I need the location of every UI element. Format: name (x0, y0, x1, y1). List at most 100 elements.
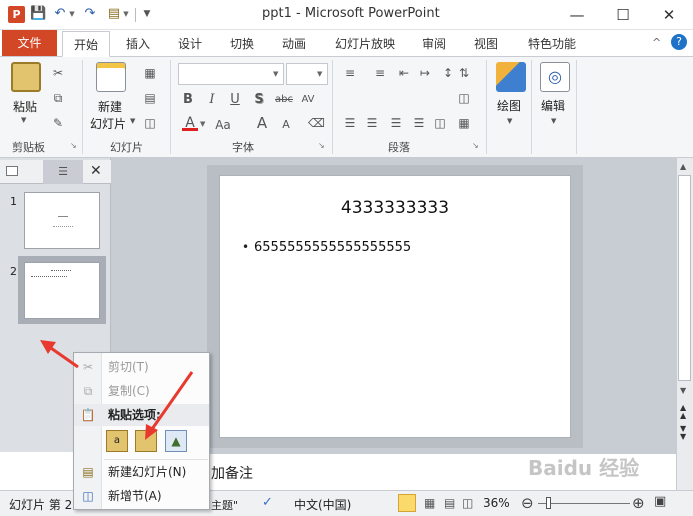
previous-slide-icon[interactable]: ▲ ▲ (680, 404, 686, 420)
slide-thumbnail-2[interactable] (24, 262, 100, 319)
close-panel-icon[interactable]: ✕ (90, 163, 102, 179)
paste-button-label[interactable]: 粘贴 (13, 98, 37, 115)
tab-transitions[interactable]: 切换 (220, 31, 264, 57)
drawing-button-label[interactable]: 绘图 (497, 97, 521, 114)
clear-formatting-icon[interactable]: ⌫ (308, 115, 325, 131)
font-name-combo[interactable] (178, 63, 284, 85)
app-icon[interactable]: P (8, 6, 25, 23)
bullets-icon[interactable]: ≡ (342, 65, 358, 81)
paragraph-dialog-launcher-icon[interactable]: ↘ (472, 141, 479, 150)
spell-check-icon[interactable]: ✓ (262, 495, 273, 510)
menu-item-add-section[interactable]: ◫ 新增节(A) (74, 485, 209, 507)
notes-placeholder[interactable]: 加备注 (211, 463, 253, 483)
reading-view-icon[interactable]: ▤ (444, 496, 455, 510)
new-dropdown-icon[interactable]: ▼ (122, 6, 130, 22)
tab-animations[interactable]: 动画 (272, 31, 316, 57)
cut-icon[interactable]: ✂ (50, 65, 66, 81)
minimize-icon[interactable]: — (554, 0, 600, 30)
scroll-thumb[interactable] (678, 175, 691, 381)
increase-indent-icon[interactable]: ↦ (417, 65, 433, 81)
tab-slideshow[interactable]: 幻灯片放映 (330, 31, 400, 57)
font-size-dropdown-icon[interactable]: ▼ (317, 70, 322, 78)
align-center-icon[interactable]: ☰ (364, 115, 380, 131)
new-slide-icon[interactable]: ▤ (106, 6, 122, 22)
align-left-icon[interactable]: ☰ (342, 115, 358, 131)
decrease-indent-icon[interactable]: ⇤ (396, 65, 412, 81)
slide-sorter-view-icon[interactable]: ▦ (424, 496, 435, 510)
format-painter-icon[interactable]: ✎ (50, 115, 66, 131)
italic-icon[interactable]: I (204, 92, 220, 108)
scroll-down-icon[interactable]: ▼ (680, 386, 686, 395)
slides-tab-icon[interactable] (6, 166, 18, 176)
bold-icon[interactable]: B (180, 92, 196, 108)
next-slide-icon[interactable]: ▼ ▼ (680, 425, 686, 441)
fit-to-window-icon[interactable]: ▣ (654, 494, 666, 509)
font-color-icon[interactable]: A (182, 115, 198, 131)
paste-icon[interactable] (11, 62, 41, 92)
reset-icon[interactable]: ▤ (142, 90, 158, 106)
maximize-icon[interactable]: ☐ (600, 0, 646, 30)
zoom-out-icon[interactable]: ⊖ (521, 494, 534, 512)
paste-use-destination-theme-icon[interactable]: a (106, 430, 128, 452)
numbering-icon[interactable]: ≡ (372, 65, 388, 81)
new-slide-label-line2[interactable]: 幻灯片 (90, 115, 126, 132)
justify-icon[interactable]: ☰ (411, 115, 427, 131)
layout-icon[interactable]: ▦ (142, 65, 158, 81)
change-case-icon[interactable]: Aa (212, 117, 234, 133)
columns-icon[interactable]: ◫ (432, 115, 448, 131)
align-text-icon[interactable]: ◫ (456, 90, 472, 106)
tab-review[interactable]: 审阅 (412, 31, 456, 57)
undo-icon[interactable]: ↶ (52, 6, 68, 22)
save-icon[interactable]: 💾 (30, 6, 46, 22)
menu-item-copy[interactable]: ⧉ 复制(C) (74, 380, 209, 402)
character-spacing-icon[interactable]: AV (300, 92, 316, 108)
tab-insert[interactable]: 插入 (116, 31, 160, 57)
tab-design[interactable]: 设计 (168, 31, 212, 57)
outline-tab-icon[interactable]: ☰ (43, 160, 83, 184)
normal-view-icon[interactable] (398, 494, 416, 512)
new-slide-dropdown-icon[interactable]: ▼ (130, 117, 135, 125)
editing-button-label[interactable]: 编辑 (541, 97, 565, 114)
clipboard-dialog-launcher-icon[interactable]: ↘ (70, 141, 77, 150)
zoom-slider-thumb[interactable] (546, 497, 551, 509)
slide-bullet-text[interactable]: 6555555555555555555 (254, 240, 411, 255)
notes-scrollbar[interactable] (676, 452, 693, 490)
menu-item-new-slide[interactable]: ▤ 新建幻灯片(N) (74, 461, 209, 483)
find-binoculars-icon[interactable]: ◎ (540, 62, 570, 92)
menu-item-cut[interactable]: ✂ 剪切(T) (74, 356, 209, 378)
language-status[interactable]: 中文(中国) (294, 496, 351, 513)
tab-home[interactable]: 开始 (62, 31, 110, 57)
customize-quick-access-icon[interactable]: ▼ (139, 6, 155, 22)
drawing-dropdown-icon[interactable]: ▼ (507, 117, 512, 125)
slideshow-view-icon[interactable]: ◫ (462, 496, 473, 510)
font-color-dropdown-icon[interactable]: ▼ (200, 120, 205, 128)
new-slide-label-line1[interactable]: 新建 (98, 98, 122, 115)
close-icon[interactable]: ✕ (646, 0, 692, 30)
font-name-dropdown-icon[interactable]: ▼ (273, 70, 278, 78)
decrease-font-size-icon[interactable]: A (278, 117, 294, 133)
zoom-in-icon[interactable]: ⊕ (632, 494, 645, 512)
strikethrough-icon[interactable]: abc (273, 92, 295, 108)
scroll-up-icon[interactable]: ▲ (680, 162, 686, 171)
align-right-icon[interactable]: ☰ (388, 115, 404, 131)
line-spacing-icon[interactable]: ↕ (440, 65, 456, 81)
tab-view[interactable]: 视图 (464, 31, 508, 57)
zoom-slider-track[interactable] (538, 503, 630, 504)
paste-as-picture-icon[interactable]: ▲ (165, 430, 187, 452)
font-dialog-launcher-icon[interactable]: ↘ (318, 141, 325, 150)
text-direction-icon[interactable]: ⇅ (456, 65, 472, 81)
shadow-icon[interactable]: S (251, 92, 267, 108)
new-slide-button-icon[interactable] (96, 62, 126, 92)
paste-dropdown-icon[interactable]: ▼ (21, 116, 26, 124)
drawing-icon[interactable] (496, 62, 526, 92)
redo-icon[interactable]: ↷ (82, 6, 98, 22)
underline-icon[interactable]: U (227, 92, 243, 108)
editing-dropdown-icon[interactable]: ▼ (551, 117, 556, 125)
slide-thumbnail-1[interactable] (24, 192, 100, 249)
slide-title[interactable]: 4333333333 (219, 198, 571, 218)
zoom-level[interactable]: 36% (483, 496, 510, 510)
help-icon[interactable]: ? (671, 34, 687, 50)
tab-special[interactable]: 特色功能 (520, 31, 584, 57)
paste-keep-source-formatting-icon[interactable] (135, 430, 157, 452)
copy-icon[interactable]: ⧉ (50, 90, 66, 106)
